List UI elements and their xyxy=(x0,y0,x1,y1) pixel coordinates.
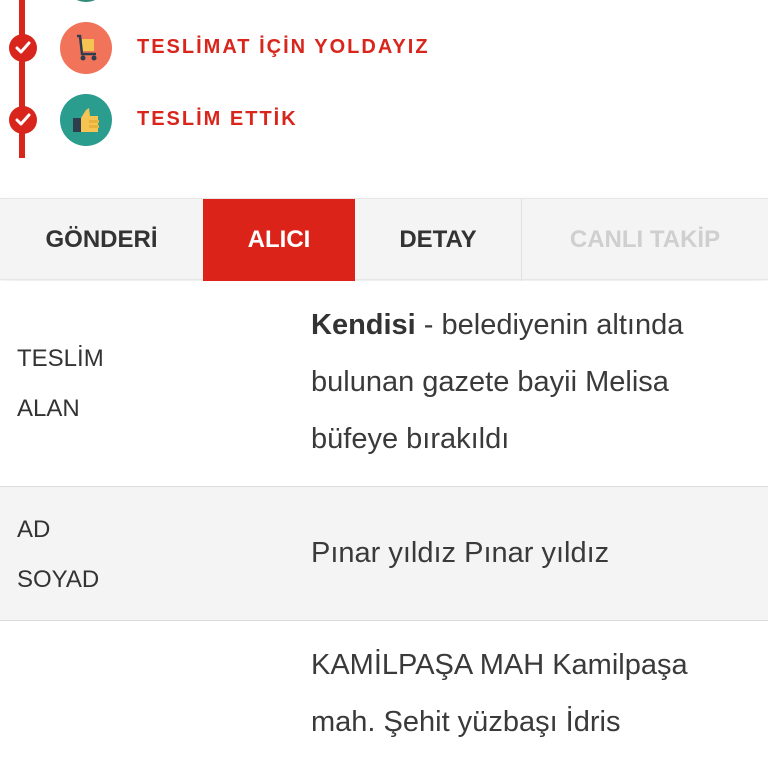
table-row: KAMİLPAŞA MAH Kamilpaşa mah. Şehit yüzba… xyxy=(0,621,768,768)
tab-shipment[interactable]: GÖNDERİ xyxy=(0,199,203,281)
tab-bar: GÖNDERİ ALICI DETAY CANLI TAKİP xyxy=(0,198,768,296)
row-label-line2: SOYAD xyxy=(17,566,100,593)
check-icon xyxy=(9,34,37,62)
tab-detail[interactable]: DETAY xyxy=(355,199,522,281)
step-label: TESLİM ETTİK xyxy=(137,108,298,130)
table-row: AD SOYAD Pınar yıldız Pınar yıldız xyxy=(0,487,768,621)
tab-recipient-label: ALICI xyxy=(247,226,311,253)
row-label: AD SOYAD xyxy=(17,505,167,605)
tab-recipient[interactable]: ALICI xyxy=(203,199,355,296)
row-value: KAMİLPAŞA MAH Kamilpaşa mah. Şehit yüzba… xyxy=(311,649,688,738)
previous-step-icon xyxy=(64,0,108,2)
delivery-timeline: TESLİMAT İÇİN YOLDAYIZ TESLİM ETTİK xyxy=(0,0,768,198)
tab-live-tracking: CANLI TAKİP xyxy=(569,226,721,253)
table-row: TESLİM ALAN Kendisi - belediyenin altınd… xyxy=(0,281,768,487)
timeline-step-on-the-way: TESLİMAT İÇİN YOLDAYIZ xyxy=(0,20,768,76)
row-value: Pınar yıldız Pınar yıldız xyxy=(311,537,610,569)
row-value-bold: Kendisi xyxy=(311,309,416,341)
timeline-step-delivered: TESLİM ETTİK xyxy=(0,92,768,148)
row-label-line2: ALAN xyxy=(17,395,80,422)
recipient-info-table: TESLİM ALAN Kendisi - belediyenin altınd… xyxy=(0,281,768,768)
row-label-line1: AD xyxy=(17,516,51,543)
step-label: TESLİMAT İÇİN YOLDAYIZ xyxy=(137,36,430,58)
row-label: TESLİM ALAN xyxy=(17,334,167,434)
check-icon xyxy=(9,106,37,134)
thumbs-up-icon xyxy=(60,94,112,146)
row-label-line1: TESLİM xyxy=(17,345,104,372)
row-value: Kendisi - belediyenin altında bulunan ga… xyxy=(311,297,751,468)
delivery-cart-icon xyxy=(60,22,112,74)
